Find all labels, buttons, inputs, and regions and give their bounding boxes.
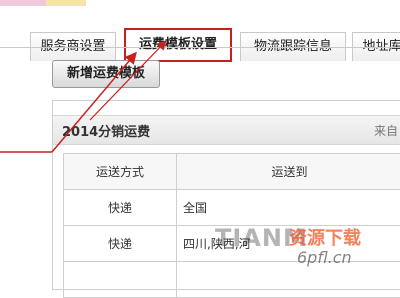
column-header-destination: 运送到 [177,154,400,190]
tab-freight-template[interactable]: 运费模板设置 [124,28,232,62]
cell-method: 快递 [64,190,177,226]
table-row: 快递 四川,陕西,河 [64,226,400,262]
table-header-row: 运送方式 运送到 [64,154,400,190]
cell-destination: 全国 [177,190,400,226]
column-header-method: 运送方式 [64,154,177,190]
tab-divider [0,47,400,48]
panel-source-label: 来自 [374,122,398,139]
cell-method: 快递 [64,226,177,262]
decor-gold [46,0,86,6]
freight-template-panel: 2014分销运费 来自 运送方式 运送到 快递 全国 快递 四川,陕西,河 [52,100,400,290]
cell-destination: 四川,陕西,河 [177,226,400,262]
top-decorative-strip [0,0,400,8]
new-freight-template-button[interactable]: 新增运费模板 [52,60,160,88]
decor-pink [0,0,46,6]
panel-title: 2014分销运费 [62,121,150,140]
panel-header: 2014分销运费 来自 [53,115,400,145]
tab-bar: 服务商设置 运费模板设置 物流跟踪信息 地址库 [0,14,400,48]
table-row: 快递 全国 [64,190,400,226]
freight-table: 运送方式 运送到 快递 全国 快递 四川,陕西,河 [63,153,400,298]
